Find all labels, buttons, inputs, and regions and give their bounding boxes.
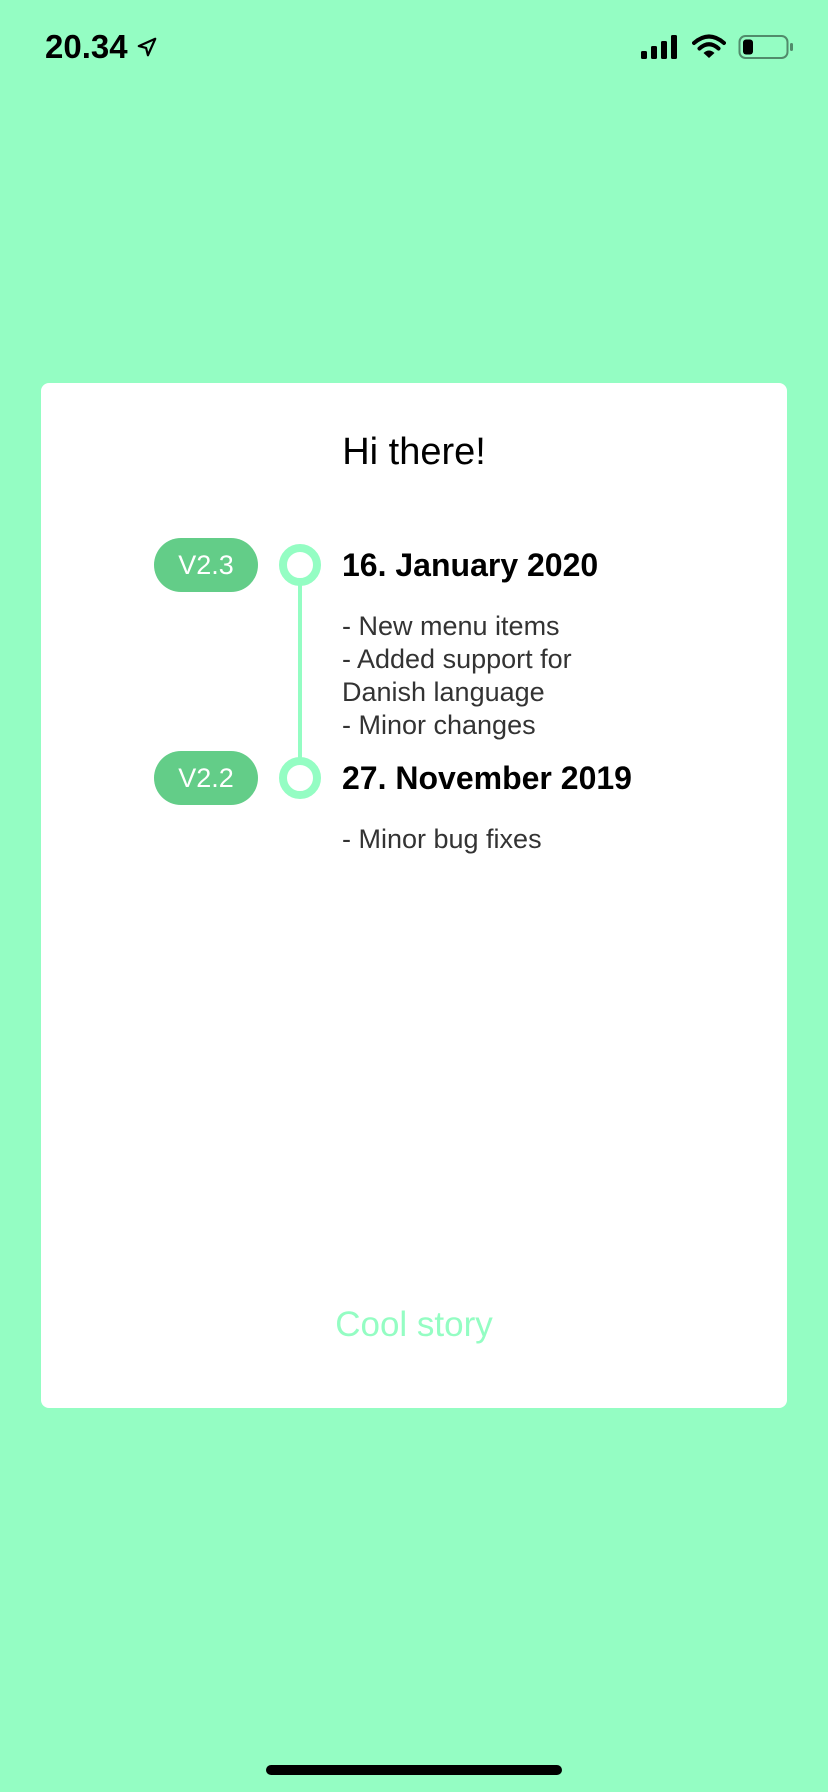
home-indicator[interactable] xyxy=(266,1765,562,1775)
version-badge: V2.2 xyxy=(154,751,258,805)
version-timeline: V2.3 16. January 2020 - New menu items -… xyxy=(41,538,787,938)
status-time-container: 20.34 xyxy=(45,28,158,66)
status-bar: 20.34 xyxy=(0,0,828,100)
cellular-signal-icon xyxy=(641,35,677,59)
battery-icon xyxy=(738,35,793,59)
whats-new-card: Hi there! V2.3 16. January 2020 - New me… xyxy=(41,383,787,1408)
release-date: 16. January 2020 xyxy=(342,547,599,583)
timeline-node-icon xyxy=(279,757,321,799)
release-note: - New menu items xyxy=(342,611,560,641)
release-date: 27. November 2019 xyxy=(342,760,632,796)
cool-story-button[interactable]: Cool story xyxy=(41,1305,787,1345)
timeline-connector xyxy=(298,566,302,778)
release-notes: - Minor bug fixes xyxy=(342,823,642,856)
card-title: Hi there! xyxy=(342,431,486,473)
timeline-node-icon xyxy=(279,544,321,586)
location-arrow-icon xyxy=(137,37,156,57)
release-note: - Minor bug fixes xyxy=(342,824,542,854)
status-time: 20.34 xyxy=(45,28,128,65)
wifi-icon xyxy=(692,34,726,58)
release-notes: - New menu items - Added support for Dan… xyxy=(342,610,642,742)
release-note: - Added support for xyxy=(342,644,572,674)
release-note: Danish language xyxy=(342,677,545,707)
release-note: - Minor changes xyxy=(342,710,536,740)
version-badge: V2.3 xyxy=(154,538,258,592)
status-icons xyxy=(640,34,794,60)
